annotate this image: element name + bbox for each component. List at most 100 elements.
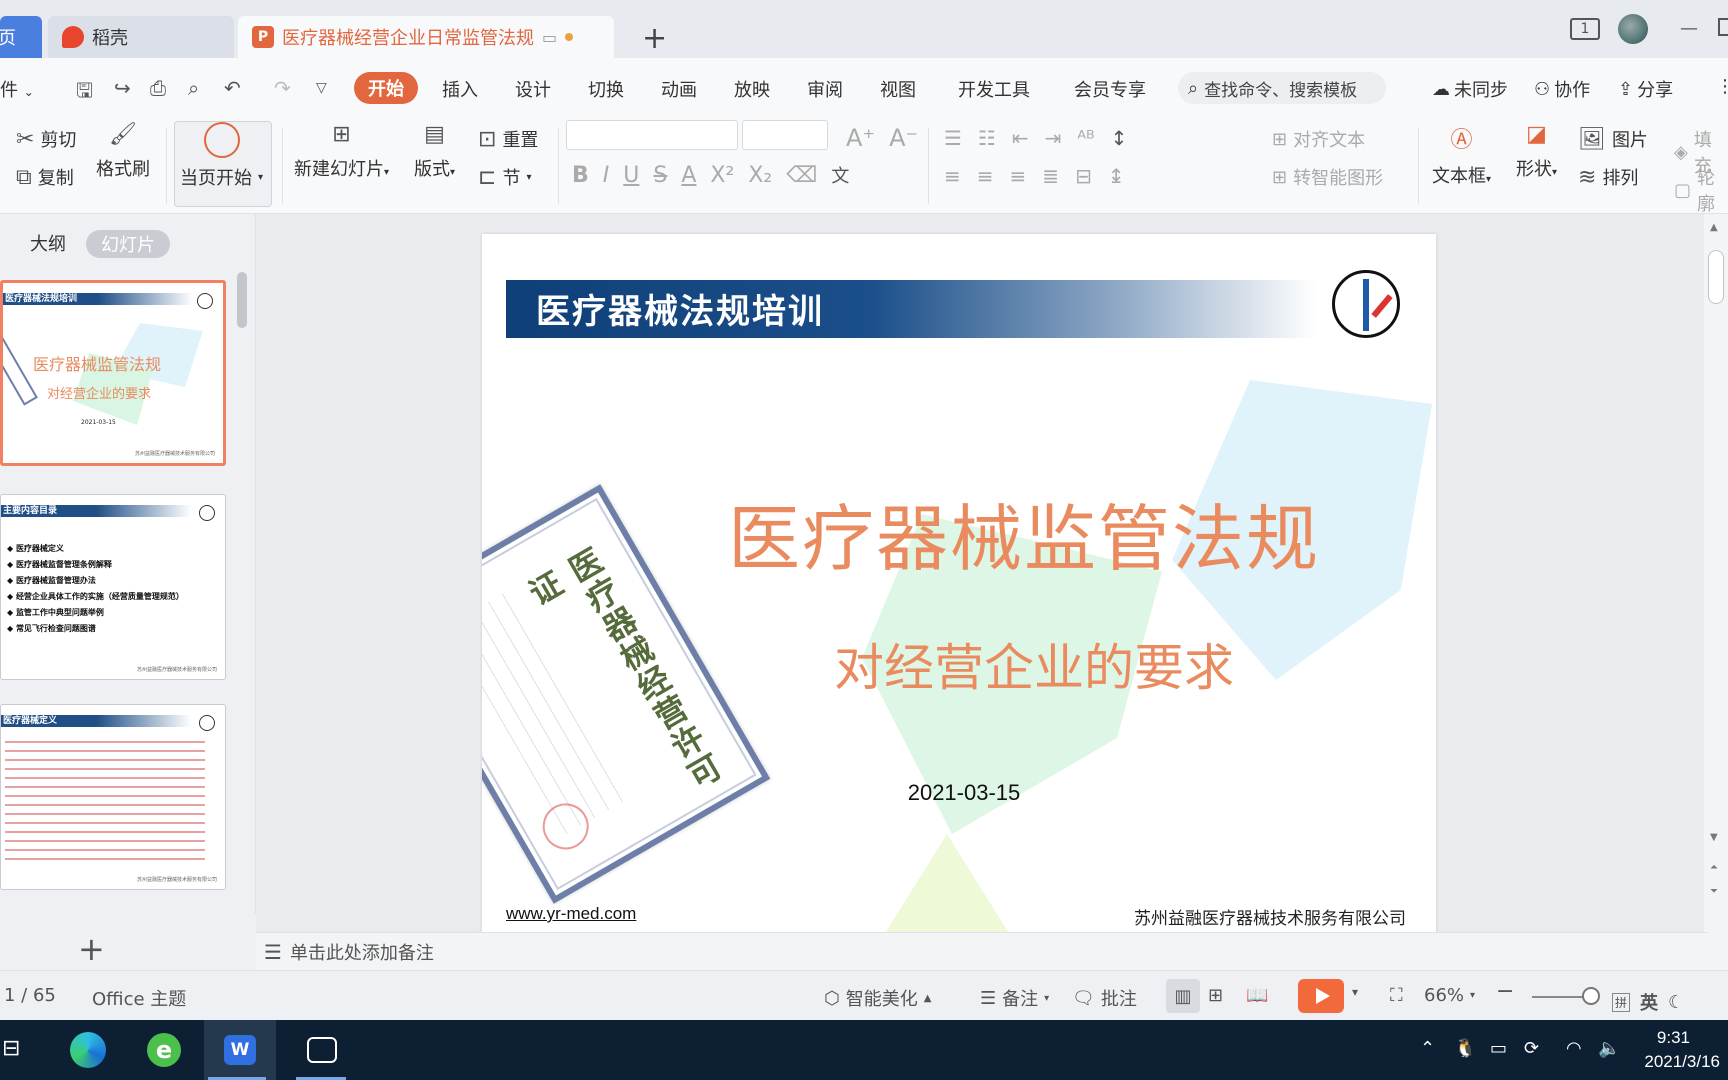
slide-thumbnail-3[interactable]: 医疗器械定义 苏州益融医疗器械技术服务有限公司 <box>0 704 226 890</box>
ime-toolbar[interactable]: 拼 英 ☾ <box>1612 989 1684 1015</box>
align-center-icon[interactable]: ≡ <box>977 164 994 188</box>
customize-toolbar-icon[interactable]: ▽ <box>316 80 327 96</box>
share-button[interactable]: ⇪ 分享 <box>1618 76 1673 102</box>
collaborate-button[interactable]: ⚇ 协作 <box>1534 76 1590 102</box>
slide-footer-company[interactable]: 苏州益融医疗器械技术服务有限公司 <box>1134 904 1406 929</box>
task-view-icon[interactable]: ⊟ <box>2 1036 20 1061</box>
underline-icon[interactable]: U <box>623 163 639 188</box>
textbox-button[interactable]: Ⓐ 文本框▾ <box>1432 122 1491 188</box>
zoom-level[interactable]: 66% ▾ <box>1424 985 1475 1006</box>
picture-button[interactable]: 🖼 图片 <box>1578 126 1648 152</box>
tray-app-icon[interactable]: 🐧 <box>1454 1038 1476 1059</box>
zoom-out-icon[interactable]: − <box>1496 979 1514 1004</box>
command-search[interactable]: ⌕ 查找命令、搜索模板 <box>1178 72 1386 104</box>
align-text-button[interactable]: ⊞ 对齐文本 <box>1272 126 1365 152</box>
battery-icon[interactable]: ▭ <box>1490 1038 1507 1059</box>
subscript-icon[interactable]: X₂ <box>748 163 772 188</box>
scroll-up-icon[interactable]: ▲ <box>1710 222 1718 233</box>
avatar[interactable] <box>1618 14 1648 44</box>
menu-item-view[interactable]: 视图 <box>880 76 916 102</box>
slide-thumbnail-2[interactable]: 主要内容目录 ◆ 医疗器械定义 ◆ 医疗器械监督管理条例解释 ◆ 医疗器械监督管… <box>0 494 226 680</box>
reading-view-icon[interactable]: 📖 <box>1246 985 1268 1006</box>
scrollbar-thumb[interactable] <box>1708 250 1724 304</box>
next-slide-icon[interactable]: ⏷ <box>1710 886 1718 897</box>
grow-font-icon[interactable]: A⁺ <box>846 124 875 152</box>
tab-home[interactable]: 页 <box>0 16 42 58</box>
align-left-icon[interactable]: ≡ <box>944 164 961 188</box>
notes-toggle-button[interactable]: ☰ 备注 ▾ <box>980 985 1049 1011</box>
maximize-icon[interactable] <box>1718 18 1728 36</box>
eraser-icon[interactable]: ⌫ <box>786 163 817 188</box>
wifi-icon[interactable]: ◠ <box>1566 1038 1582 1059</box>
menu-item-design[interactable]: 设计 <box>515 76 551 102</box>
wps-office-icon[interactable]: W <box>204 1020 276 1080</box>
format-painter-button[interactable]: 🖌 格式刷 <box>96 122 150 181</box>
page-count-badge[interactable]: 1 <box>1570 18 1600 40</box>
slide-sorter-icon[interactable]: ⊞ <box>1208 985 1223 1006</box>
superscript-icon[interactable]: X² <box>710 163 734 188</box>
minimize-icon[interactable]: — <box>1680 18 1698 39</box>
cut-button[interactable]: ✂ 剪切 <box>16 126 76 152</box>
play-slideshow-button[interactable] <box>1298 979 1344 1013</box>
file-menu[interactable]: 件 ⌄ <box>0 76 34 102</box>
normal-view-icon[interactable]: ▥ <box>1166 979 1200 1013</box>
numbered-list-icon[interactable]: ☷ <box>978 126 996 150</box>
italic-icon[interactable]: I <box>603 163 610 188</box>
sync-status[interactable]: ☁ 未同步 <box>1432 76 1508 102</box>
current-slide[interactable]: 医疗器械经营许可证 医疗器械法规培训 医疗器械监管法规 对经营企业的要求 202… <box>482 234 1436 934</box>
play-options-icon[interactable]: ▾ <box>1352 985 1358 999</box>
new-tab-button[interactable]: + <box>628 20 667 56</box>
undo-icon[interactable]: ↶ <box>224 76 241 100</box>
shrink-font-icon[interactable]: A⁻ <box>889 124 918 152</box>
slide-footer-url[interactable]: www.yr-med.com <box>506 904 636 924</box>
slide-date[interactable]: 2021-03-15 <box>482 780 1436 806</box>
notes-bar[interactable]: ☰ 单击此处添加备注 <box>256 932 1708 970</box>
tray-sync-icon[interactable]: ⟳ <box>1524 1038 1539 1059</box>
tab-document[interactable]: P 医疗器械经营企业日常监管法规 ▭ <box>238 16 614 58</box>
print-preview-icon[interactable]: ⌕ <box>188 76 199 100</box>
sort-icon[interactable]: ↕ <box>1111 126 1128 150</box>
new-slide-button[interactable]: ⊞ 新建幻灯片▾ <box>294 122 389 181</box>
tab-outline[interactable]: 大纲 <box>30 230 66 256</box>
font-name-select[interactable] <box>566 120 738 150</box>
bullet-list-icon[interactable]: ☰ <box>944 126 962 150</box>
copy-button[interactable]: ⧉ 复制 <box>16 164 74 190</box>
system-clock[interactable]: 9:31 2021/3/16 <box>1610 1026 1720 1074</box>
slide-thumbnail-1[interactable]: 医疗器械法规培训 医疗器械监管法规 对经营企业的要求 2021-03-15 苏州… <box>0 280 226 466</box>
export-icon[interactable]: ↪ <box>114 76 131 100</box>
strikethrough-icon[interactable]: S <box>653 163 667 188</box>
menu-item-developer[interactable]: 开发工具 <box>958 76 1030 102</box>
slide-title[interactable]: 医疗器械监管法规 <box>482 480 1436 585</box>
outline-button[interactable]: ▢ 轮廓 <box>1674 164 1728 216</box>
print-icon[interactable]: ⎙ <box>150 76 166 100</box>
increase-indent-icon[interactable]: ⇥ <box>1045 126 1062 150</box>
save-icon[interactable]: 🖫 <box>76 76 93 110</box>
slide-subtitle[interactable]: 对经营企业的要求 <box>482 628 1436 700</box>
bold-icon[interactable]: B <box>572 163 589 188</box>
menu-item-animation[interactable]: 动画 <box>661 76 697 102</box>
navigator-scrollbar[interactable] <box>237 272 247 328</box>
smart-beautify-button[interactable]: ⬡ 智能美化 ▲ <box>824 985 931 1011</box>
fit-window-icon[interactable]: ⛶ <box>1390 985 1403 1006</box>
font-size-select[interactable] <box>742 120 828 150</box>
shape-button[interactable]: ◪ 形状▾ <box>1516 122 1557 181</box>
smart-graphic-button[interactable]: ⊞ 转智能图形 <box>1272 164 1383 190</box>
font-color-icon[interactable]: A <box>681 163 696 188</box>
theme-name[interactable]: Office 主题 <box>92 985 186 1011</box>
add-slide-button[interactable]: + <box>78 930 105 968</box>
tab-slides[interactable]: 幻灯片 <box>86 230 170 258</box>
justify-icon[interactable]: ≣ <box>1042 164 1059 188</box>
tray-overflow-icon[interactable]: ⌃ <box>1420 1038 1435 1059</box>
decrease-indent-icon[interactable]: ⇤ <box>1012 126 1029 150</box>
redo-icon[interactable]: ↷ <box>274 76 291 100</box>
ie-browser-icon[interactable]: e <box>142 1028 186 1072</box>
tab-docer[interactable]: 稻壳 <box>48 16 234 58</box>
text-direction-icon[interactable]: ᴬᴮ <box>1077 126 1094 150</box>
arrange-button[interactable]: ≋ 排列 <box>1578 164 1638 190</box>
layout-button[interactable]: ▤ 版式▾ <box>414 122 455 181</box>
slide-header-title[interactable]: 医疗器械法规培训 <box>536 284 824 333</box>
zoom-slider-knob[interactable] <box>1582 987 1600 1005</box>
menu-item-review[interactable]: 审阅 <box>807 76 843 102</box>
comment-button[interactable]: 🗨 批注 <box>1072 985 1137 1011</box>
screen-recorder-icon[interactable] <box>292 1020 352 1080</box>
